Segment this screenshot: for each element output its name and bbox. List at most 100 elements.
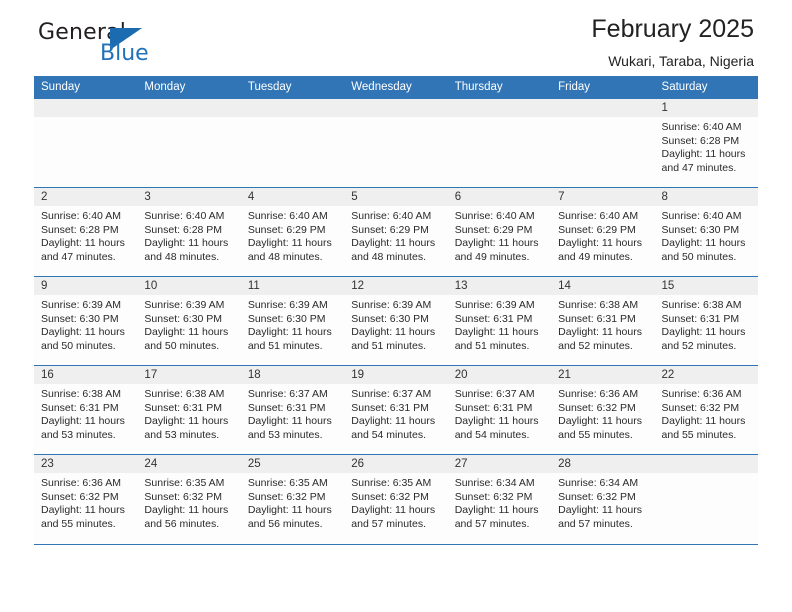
- daylight-text: Daylight: 11 hours and 57 minutes.: [454, 504, 539, 530]
- sunrise-text: Sunrise: 6:40 AM: [661, 210, 742, 222]
- day-details: Sunrise: 6:39 AM Sunset: 6:31 PM Daylight:…: [448, 295, 551, 353]
- daylight-text: Daylight: 11 hours and 57 minutes.: [558, 504, 642, 530]
- calendar-day-cell[interactable]: 15 Sunrise: 6:38 AM Sunset: 6:31 PM Dayligh…: [654, 276, 758, 366]
- calendar-day-cell[interactable]: 9 Sunrise: 6:39 AM Sunset: 6:30 PM Daylight…: [34, 276, 138, 366]
- title-block: February 2025 Wukari, Taraba, Nigeria: [591, 14, 754, 71]
- day-number: 28: [551, 455, 655, 473]
- day-number: [551, 99, 655, 117]
- sunrise-text: Sunrise: 6:37 AM: [454, 388, 535, 400]
- calendar-day-cell[interactable]: 28 Sunrise: 6:34 AM Sunset: 6:32 PM Dayligh…: [551, 454, 655, 544]
- calendar-day-cell[interactable]: 22 Sunrise: 6:36 AM Sunset: 6:32 PM Dayligh…: [654, 365, 758, 455]
- calendar-day-cell[interactable]: 14 Sunrise: 6:38 AM Sunset: 6:31 PM Dayligh…: [551, 276, 655, 366]
- day-number: [240, 99, 345, 117]
- sunset-text: Sunset: 6:30 PM: [247, 312, 326, 325]
- calendar-day-cell[interactable]: 23 Sunrise: 6:36 AM Sunset: 6:32 PM Dayligh…: [34, 454, 138, 544]
- sunrise-text: Sunrise: 6:37 AM: [351, 388, 432, 400]
- sunset-text: Sunset: 6:31 PM: [247, 401, 326, 414]
- sunset-text: Sunset: 6:32 PM: [144, 490, 223, 503]
- calendar-day-cell[interactable]: 11 Sunrise: 6:39 AM Sunset: 6:30 PM Dayligh…: [240, 276, 345, 366]
- day-number: [447, 99, 552, 117]
- calendar-day-cell-empty: [344, 98, 448, 188]
- calendar-day-cell[interactable]: 25 Sunrise: 6:35 AM Sunset: 6:32 PM Dayligh…: [240, 454, 345, 544]
- weekday-header-friday: Friday: [558, 81, 591, 93]
- day-number: 1: [654, 99, 758, 117]
- calendar-day-cell[interactable]: 24 Sunrise: 6:35 AM Sunset: 6:32 PM Dayligh…: [137, 454, 241, 544]
- day-details: Sunrise: 6:38 AM Sunset: 6:31 PM Daylight:…: [551, 295, 654, 353]
- sunrise-text: Sunrise: 6:38 AM: [661, 299, 742, 311]
- day-details: Sunrise: 6:40 AM Sunset: 6:28 PM Daylight:…: [137, 206, 240, 264]
- calendar-day-cell[interactable]: 4 Sunrise: 6:40 AM Sunset: 6:29 PM Daylight…: [240, 187, 345, 277]
- day-details: Sunrise: 6:36 AM Sunset: 6:32 PM Daylight:…: [655, 384, 758, 442]
- calendar-day-cell[interactable]: 26 Sunrise: 6:35 AM Sunset: 6:32 PM Dayligh…: [344, 454, 448, 544]
- day-details: Sunrise: 6:40 AM Sunset: 6:28 PM Daylight:…: [34, 206, 137, 264]
- sunset-text: Sunset: 6:31 PM: [454, 312, 533, 325]
- page-subtitle: Wukari, Taraba, Nigeria: [608, 53, 754, 69]
- daylight-text: Daylight: 11 hours and 56 minutes.: [247, 504, 332, 530]
- day-details: Sunrise: 6:35 AM Sunset: 6:32 PM Daylight:…: [137, 473, 240, 531]
- sunrise-text: Sunrise: 6:39 AM: [351, 299, 432, 311]
- weekday-header-row: Sunday Monday Tuesday Wednesday Thursday…: [34, 76, 758, 99]
- daylight-text: Daylight: 11 hours and 50 minutes.: [41, 326, 125, 352]
- sunrise-text: Sunrise: 6:37 AM: [247, 388, 328, 400]
- sunrise-text: Sunrise: 6:34 AM: [558, 477, 639, 489]
- calendar-day-cell[interactable]: 6 Sunrise: 6:40 AM Sunset: 6:29 PM Daylight…: [447, 187, 552, 277]
- day-number: 18: [240, 366, 345, 384]
- calendar-day-cell[interactable]: 7 Sunrise: 6:40 AM Sunset: 6:29 PM Daylight…: [551, 187, 655, 277]
- calendar-day-cell-empty: [654, 454, 758, 544]
- daylight-text: Daylight: 11 hours and 48 minutes.: [351, 237, 436, 263]
- calendar-day-cell[interactable]: 10 Sunrise: 6:39 AM Sunset: 6:30 PM Dayligh…: [137, 276, 241, 366]
- day-number: 19: [344, 366, 448, 384]
- day-details: Sunrise: 6:40 AM Sunset: 6:30 PM Daylight:…: [655, 206, 758, 264]
- sunrise-text: Sunrise: 6:38 AM: [144, 388, 225, 400]
- calendar-day-cell[interactable]: 18 Sunrise: 6:37 AM Sunset: 6:31 PM Dayligh…: [240, 365, 345, 455]
- calendar-day-cell[interactable]: 5 Sunrise: 6:40 AM Sunset: 6:29 PM Daylight…: [344, 187, 448, 277]
- day-details: Sunrise: 6:36 AM Sunset: 6:32 PM Daylight:…: [551, 384, 654, 442]
- calendar-day-cell[interactable]: 16 Sunrise: 6:38 AM Sunset: 6:31 PM Dayligh…: [34, 365, 138, 455]
- day-details: Sunrise: 6:35 AM Sunset: 6:32 PM Daylight:…: [344, 473, 447, 531]
- daylight-text: Daylight: 11 hours and 50 minutes.: [661, 237, 746, 263]
- calendar-day-cell[interactable]: 3 Sunrise: 6:40 AM Sunset: 6:28 PM Daylight…: [137, 187, 241, 277]
- calendar-day-cell[interactable]: 21 Sunrise: 6:36 AM Sunset: 6:32 PM Dayligh…: [551, 365, 655, 455]
- calendar-week-row: 2 Sunrise: 6:40 AM Sunset: 6:28 PM Daylight…: [34, 187, 758, 277]
- daylight-text: Daylight: 11 hours and 51 minutes.: [247, 326, 332, 352]
- sunset-text: Sunset: 6:30 PM: [144, 312, 223, 325]
- calendar-day-cell-empty: [551, 98, 655, 188]
- calendar-day-cell[interactable]: 2 Sunrise: 6:40 AM Sunset: 6:28 PM Daylight…: [34, 187, 138, 277]
- day-details: Sunrise: 6:38 AM Sunset: 6:31 PM Daylight:…: [137, 384, 240, 442]
- calendar-day-cell[interactable]: 8 Sunrise: 6:40 AM Sunset: 6:30 PM Daylight…: [654, 187, 758, 277]
- day-details: Sunrise: 6:34 AM Sunset: 6:32 PM Daylight:…: [448, 473, 551, 531]
- sunrise-text: Sunrise: 6:40 AM: [351, 210, 432, 222]
- daylight-text: Daylight: 11 hours and 57 minutes.: [351, 504, 436, 530]
- day-number: 21: [551, 366, 655, 384]
- calendar-day-cell[interactable]: 1 Sunrise: 6:40 AM Sunset: 6:28 PM Daylight…: [654, 98, 758, 188]
- calendar-day-cell[interactable]: 12 Sunrise: 6:39 AM Sunset: 6:30 PM Dayligh…: [344, 276, 448, 366]
- sunrise-text: Sunrise: 6:40 AM: [454, 210, 535, 222]
- daylight-text: Daylight: 11 hours and 51 minutes.: [454, 326, 539, 352]
- sunset-text: Sunset: 6:29 PM: [454, 223, 533, 236]
- calendar-day-cell[interactable]: 19 Sunrise: 6:37 AM Sunset: 6:31 PM Dayligh…: [344, 365, 448, 455]
- general-blue-logo[interactable]: General Blue: [38, 20, 218, 74]
- calendar-day-cell-empty: [137, 98, 241, 188]
- day-number: 23: [34, 455, 138, 473]
- calendar-day-cell[interactable]: 20 Sunrise: 6:37 AM Sunset: 6:31 PM Dayligh…: [447, 365, 552, 455]
- calendar-day-cell[interactable]: 27 Sunrise: 6:34 AM Sunset: 6:32 PM Dayligh…: [447, 454, 552, 544]
- day-number: 2: [34, 188, 138, 206]
- calendar-day-cell[interactable]: 17 Sunrise: 6:38 AM Sunset: 6:31 PM Dayligh…: [137, 365, 241, 455]
- calendar-day-cell-empty: [34, 98, 138, 188]
- day-number: 8: [654, 188, 758, 206]
- sunset-text: Sunset: 6:32 PM: [41, 490, 119, 503]
- day-details: Sunrise: 6:39 AM Sunset: 6:30 PM Daylight:…: [137, 295, 240, 353]
- sunset-text: Sunset: 6:31 PM: [454, 401, 533, 414]
- day-details: Sunrise: 6:40 AM Sunset: 6:29 PM Daylight:…: [448, 206, 551, 264]
- sunset-text: Sunset: 6:31 PM: [41, 401, 119, 414]
- weekday-header-monday: Monday: [144, 81, 186, 93]
- sunset-text: Sunset: 6:32 PM: [661, 401, 740, 414]
- day-number: 3: [137, 188, 241, 206]
- calendar-day-cell[interactable]: 13 Sunrise: 6:39 AM Sunset: 6:31 PM Dayligh…: [447, 276, 552, 366]
- sunrise-text: Sunrise: 6:40 AM: [144, 210, 225, 222]
- day-details: Sunrise: 6:36 AM Sunset: 6:32 PM Daylight:…: [34, 473, 137, 531]
- calendar-body: 1 Sunrise: 6:40 AM Sunset: 6:28 PM Daylight…: [34, 98, 758, 544]
- page-header: General Blue February 2025 Wukari, Tarab…: [34, 0, 758, 76]
- day-number: 24: [137, 455, 241, 473]
- day-number: 14: [551, 277, 655, 295]
